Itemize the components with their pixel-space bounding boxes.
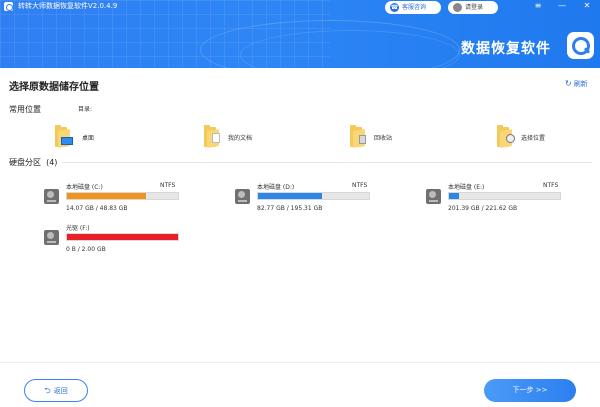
drive-size: 201.39 GB / 221.62 GB (448, 205, 518, 212)
back-label: 返回 (53, 387, 68, 395)
drive-usage-bar (66, 233, 179, 241)
app-title: 转转大师数据恢复软件V2.0.4.9 (18, 2, 118, 10)
hard-disk-icon (426, 189, 441, 204)
close-icon[interactable]: ✕ (580, 0, 594, 12)
login-button[interactable]: 请登录 (448, 1, 498, 14)
drive-filesystem: NTFS (160, 182, 176, 189)
customer-service-label: 客服咨询 (402, 4, 427, 11)
drive-filesystem: NTFS (543, 182, 559, 189)
login-label: 请登录 (465, 4, 484, 11)
minimize-icon[interactable]: — (555, 0, 569, 12)
common-locations-heading: 常用位置 (9, 105, 41, 114)
documents-folder-icon (204, 125, 222, 148)
drive-f[interactable]: 光驱 (F:) 0 B / 2.00 GB (44, 223, 184, 259)
drive-usage-bar (448, 192, 561, 200)
drive-name: 本地磁盘 (E:) (448, 184, 485, 191)
hard-disk-icon (44, 189, 59, 204)
app-header: 转转大师数据恢复软件V2.0.4.9 ☎ 客服咨询 请登录 ≡ — ✕ 数据恢复… (0, 0, 600, 68)
drive-filesystem: NTFS (352, 182, 368, 189)
customer-service-button[interactable]: ☎ 客服咨询 (385, 1, 441, 14)
drive-name: 本地磁盘 (D:) (257, 184, 295, 191)
drive-d[interactable]: 本地磁盘 (D:) NTFS 82.77 GB / 195.31 GB (235, 182, 375, 218)
next-step-button[interactable]: 下一步 >> (484, 379, 576, 402)
hard-disk-icon (235, 189, 250, 204)
recycle-bin-folder-icon (350, 125, 368, 148)
back-arrow-icon: ⮌ (44, 386, 51, 395)
drive-usage-fill (258, 193, 323, 199)
page-title: 选择原数据储存位置 (9, 82, 99, 93)
location-documents[interactable]: 我的文档 (204, 125, 269, 149)
headset-icon: ☎ (390, 3, 399, 12)
drive-e[interactable]: 本地磁盘 (E:) NTFS 201.39 GB / 221.62 GB (426, 182, 566, 218)
desktop-folder-icon (55, 125, 73, 148)
drive-size: 82.77 GB / 195.31 GB (257, 205, 323, 212)
refresh-label: 刷新 (573, 80, 588, 88)
drive-usage-fill (67, 234, 178, 240)
disk-count: (4) (46, 158, 58, 167)
menu-icon[interactable]: ≡ (531, 0, 545, 12)
user-avatar-icon (453, 3, 462, 12)
location-label: 我的文档 (228, 135, 253, 142)
location-label: 桌面 (82, 135, 95, 142)
drive-name: 本地磁盘 (C:) (66, 184, 103, 191)
location-choose[interactable]: 选择位置 (497, 125, 562, 149)
location-desktop[interactable]: 桌面 (55, 125, 115, 149)
location-recycle-bin[interactable]: 回收站 (350, 125, 410, 149)
brand-text: 数据恢复软件 (461, 41, 551, 57)
directory-label: 目录: (78, 106, 93, 113)
drive-size: 0 B / 2.00 GB (66, 246, 106, 253)
disk-partitions-heading: 硬盘分区 (4) (9, 158, 58, 167)
refresh-button[interactable]: ↻ 刷新 (565, 79, 588, 89)
drive-size: 14.07 GB / 48.83 GB (66, 205, 128, 212)
drive-usage-bar (257, 192, 370, 200)
drive-usage-fill (449, 193, 459, 199)
drive-usage-fill (67, 193, 146, 199)
drive-usage-bar (66, 192, 179, 200)
back-button[interactable]: ⮌ 返回 (24, 379, 88, 402)
divider (62, 162, 592, 163)
app-logo-icon (4, 2, 13, 11)
drive-name: 光驱 (F:) (66, 225, 90, 232)
location-label: 选择位置 (521, 135, 546, 142)
refresh-icon: ↻ (565, 79, 572, 88)
footer-divider (0, 362, 600, 363)
location-label: 回收站 (374, 135, 393, 142)
optical-drive-icon (44, 230, 59, 245)
choose-location-folder-icon (497, 125, 515, 148)
drive-c[interactable]: 本地磁盘 (C:) NTFS 14.07 GB / 48.83 GB (44, 182, 184, 218)
brand-search-logo-icon (567, 32, 594, 59)
